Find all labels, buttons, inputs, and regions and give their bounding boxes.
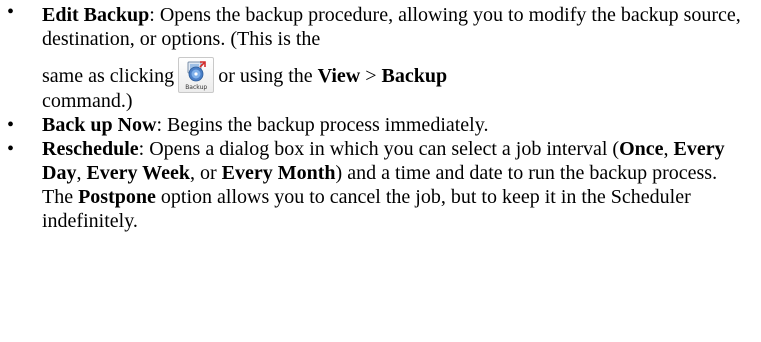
backup-disc-icon [187, 61, 206, 82]
command-backup: Backup [381, 65, 448, 87]
list-item-reschedule: • Reschedule: Opens a dialog box in whic… [0, 137, 751, 233]
comma-1: , [663, 138, 674, 160]
list-item-back-up-now: • Back up Now: Begins the backup process… [0, 113, 751, 137]
option-postpone: Postpone [78, 186, 156, 208]
bullet-list: • Edit Backup: Opens the backup procedur… [0, 0, 761, 233]
bullet: • [7, 138, 15, 160]
term-back-up-now: Back up Now [42, 114, 157, 136]
list-item-edit-backup: • Edit Backup: Opens the backup procedur… [0, 0, 751, 113]
backup-icon-label: Backup [185, 84, 208, 92]
comma-2: , [76, 162, 87, 184]
bullet: • [7, 1, 15, 23]
same-as-clicking-text: same as clicking [42, 65, 175, 87]
term-edit-backup: Edit Backup [42, 4, 150, 26]
bullet: • [7, 114, 15, 136]
or-using-text: or using the [218, 65, 313, 87]
option-every-month: Every Month [221, 162, 336, 184]
menu-separator: > [360, 65, 382, 87]
term-reschedule: Reschedule [42, 138, 139, 160]
backup-icon: Backup [178, 57, 215, 94]
document-page: • Edit Backup: Opens the backup procedur… [0, 0, 761, 342]
comma-or: , or [189, 162, 222, 184]
option-every-week: Every Week [86, 162, 190, 184]
back-up-now-description: : Begins the backup process immediately. [156, 114, 489, 136]
reschedule-description-1: : Opens a dialog box in which you can se… [138, 138, 620, 160]
menu-view: View [317, 65, 361, 87]
option-once: Once [619, 138, 664, 160]
